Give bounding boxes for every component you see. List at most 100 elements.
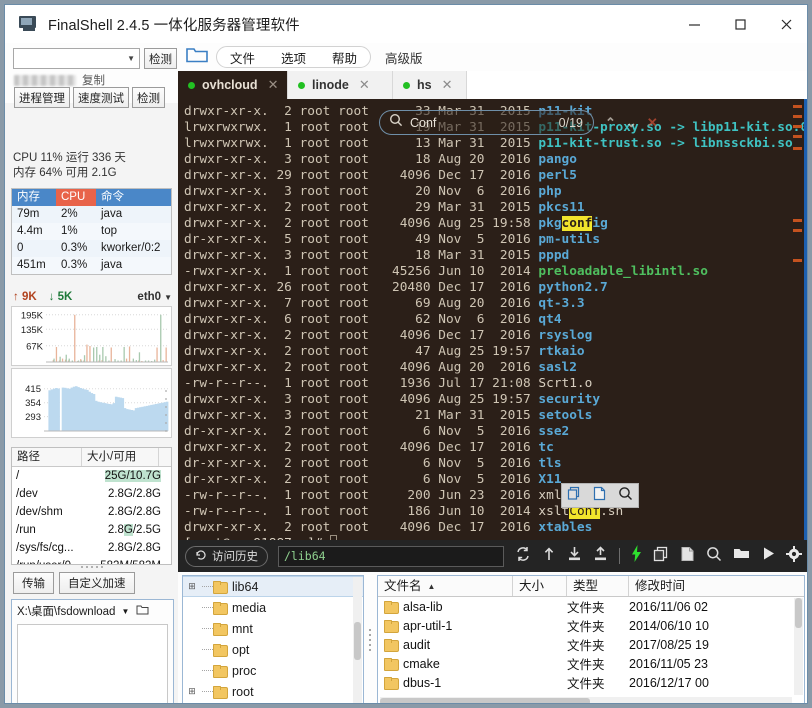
- copy-ip-link[interactable]: 复制: [82, 72, 105, 88]
- disk-row[interactable]: /run 2.8G/2.5G: [12, 521, 171, 539]
- transfer-button[interactable]: 传输: [13, 572, 54, 594]
- detect-button-top[interactable]: 检测: [144, 48, 177, 69]
- col-modified[interactable]: 修改时间: [629, 576, 804, 596]
- paste-icon[interactable]: [680, 546, 695, 567]
- col-filename[interactable]: 文件名 ▲: [378, 576, 513, 596]
- terminal-tab-ovhcloud[interactable]: ovhcloud ✕: [178, 71, 288, 99]
- terminal-search-box[interactable]: Conf 0/19: [379, 110, 594, 135]
- file-row[interactable]: dbus-1 文件夹 2016/12/17 00: [378, 673, 804, 692]
- process-row[interactable]: 451m 0.3% java: [12, 257, 171, 274]
- upload-icon[interactable]: [593, 545, 608, 567]
- detect-button[interactable]: 检测: [132, 87, 165, 108]
- gear-icon[interactable]: [786, 545, 802, 567]
- search-match-marker[interactable]: [793, 147, 802, 150]
- tree-item-opt[interactable]: opt: [183, 639, 363, 660]
- copy-icon[interactable]: [567, 486, 582, 506]
- network-chart: 195K 135K 67K: [11, 306, 172, 366]
- minimize-button[interactable]: [671, 5, 717, 43]
- disk-row[interactable]: / 25G/10.7G: [12, 467, 171, 485]
- search-icon[interactable]: [618, 486, 633, 506]
- file-name-cell: cmake: [378, 657, 513, 671]
- paste-icon[interactable]: [592, 486, 607, 506]
- tree-item-root[interactable]: ⊞ root: [183, 681, 363, 702]
- remote-file-list[interactable]: 文件名 ▲ 大小 类型 修改时间 alsa-lib 文件夹 2016/11/06 0…: [377, 575, 805, 703]
- close-icon[interactable]: ✕: [359, 77, 370, 93]
- menu-item-help[interactable]: 帮助: [319, 48, 370, 67]
- search-match-marker[interactable]: [793, 229, 802, 232]
- tree-item-lib64[interactable]: ⊞ lib64: [183, 576, 363, 597]
- disk-row[interactable]: /dev/shm 2.8G/2.8G: [12, 503, 171, 521]
- file-row[interactable]: cmake 文件夹 2016/11/05 23: [378, 654, 804, 673]
- tree-connector: [202, 670, 213, 671]
- terminal-tab-linode[interactable]: linode ✕: [288, 71, 393, 99]
- disk-row[interactable]: /dev 2.8G/2.8G: [12, 485, 171, 503]
- col-filesize[interactable]: 大小: [513, 576, 567, 596]
- local-file-list[interactable]: [17, 624, 168, 703]
- close-icon[interactable]: ✕: [442, 77, 453, 93]
- search-match-marker[interactable]: [793, 125, 802, 128]
- menu-group: 文件 选项 帮助: [216, 46, 372, 68]
- tree-item-mnt[interactable]: mnt: [183, 618, 363, 639]
- directory-tree[interactable]: ⊞ lib64 media mnt opt proc ⊞ root: [182, 575, 364, 703]
- disk-row[interactable]: /sys/fs/cg... 2.8G/2.8G: [12, 539, 171, 557]
- process-manager-button[interactable]: 进程管理: [14, 87, 70, 108]
- lightning-icon[interactable]: [631, 545, 642, 567]
- search-match-marker[interactable]: [793, 105, 802, 108]
- custom-accel-button[interactable]: 自定义加速: [59, 572, 135, 594]
- visit-history-button[interactable]: 访问历史: [185, 545, 268, 567]
- menu-item-file[interactable]: 文件: [217, 48, 268, 67]
- tree-connector: [202, 649, 213, 650]
- interface-select[interactable]: eth0 ▼: [137, 291, 172, 303]
- file-row[interactable]: apr-util-1 文件夹 2014/06/10 10: [378, 616, 804, 635]
- disk-resize-handle[interactable]: [11, 562, 172, 571]
- maximize-button[interactable]: [717, 5, 763, 43]
- upload-arrow-icon[interactable]: [542, 546, 556, 567]
- tree-item-media[interactable]: media: [183, 597, 363, 618]
- process-memory: 79m: [17, 208, 40, 220]
- file-list-hscrollbar[interactable]: [380, 697, 792, 703]
- process-row[interactable]: 4.4m 1% top: [12, 223, 171, 240]
- speed-test-button[interactable]: 速度测试: [73, 87, 129, 108]
- close-icon[interactable]: ✕: [647, 115, 658, 131]
- terminal-output[interactable]: drwxr-xr-x. 2 root root 33 Mar 31 2015 p…: [178, 99, 807, 540]
- download-icon[interactable]: [567, 546, 582, 567]
- expand-icon[interactable]: ⊞: [186, 581, 198, 592]
- remote-path-input[interactable]: /lib64: [278, 545, 504, 567]
- local-path-bar[interactable]: X:\桌面\fsdownload ▼: [12, 600, 173, 622]
- open-folder-icon[interactable]: [186, 46, 208, 69]
- file-row[interactable]: audit 文件夹 2017/08/25 19: [378, 635, 804, 654]
- col-filetype[interactable]: 类型: [567, 576, 629, 596]
- process-command: java: [101, 259, 123, 271]
- open-folder-icon[interactable]: [136, 604, 149, 618]
- advanced-version-link[interactable]: 高级版: [385, 48, 423, 67]
- chevron-up-icon[interactable]: ⌃: [605, 115, 616, 131]
- play-icon[interactable]: [762, 546, 775, 566]
- open-folder-icon[interactable]: [733, 546, 751, 566]
- search-input-value[interactable]: Conf: [410, 116, 436, 130]
- chevron-down-icon[interactable]: ▼: [121, 607, 129, 616]
- search-match-marker[interactable]: [793, 219, 802, 222]
- file-row[interactable]: alsa-lib 文件夹 2016/11/06 02: [378, 597, 804, 616]
- terminal-scrollbar[interactable]: [804, 99, 807, 540]
- search-icon[interactable]: [706, 546, 722, 567]
- terminal-match-minimap[interactable]: [792, 99, 804, 540]
- host-select[interactable]: ▼: [13, 48, 140, 69]
- close-button[interactable]: [763, 5, 807, 43]
- copy-icon[interactable]: [653, 546, 669, 567]
- chevron-down-icon[interactable]: ⌄: [626, 115, 637, 131]
- close-icon[interactable]: ✕: [268, 77, 279, 93]
- process-row[interactable]: 79m 2% java: [12, 206, 171, 223]
- file-list-scrollbar[interactable]: [794, 598, 803, 695]
- terminal-tab-hs[interactable]: hs ✕: [393, 71, 467, 99]
- expand-icon[interactable]: ⊞: [186, 686, 198, 697]
- search-match-marker[interactable]: [793, 115, 802, 118]
- search-match-marker[interactable]: [793, 259, 802, 262]
- process-row[interactable]: 0 0.3% kworker/0:2: [12, 240, 171, 257]
- pane-splitter[interactable]: [367, 605, 373, 675]
- refresh-icon[interactable]: [515, 546, 531, 567]
- tree-item-proc[interactable]: proc: [183, 660, 363, 681]
- search-nav-controls: ⌃ ⌄ ✕: [605, 115, 658, 131]
- tree-scrollbar[interactable]: [353, 577, 362, 703]
- menu-item-options[interactable]: 选项: [268, 48, 319, 67]
- search-match-marker[interactable]: [793, 135, 802, 138]
